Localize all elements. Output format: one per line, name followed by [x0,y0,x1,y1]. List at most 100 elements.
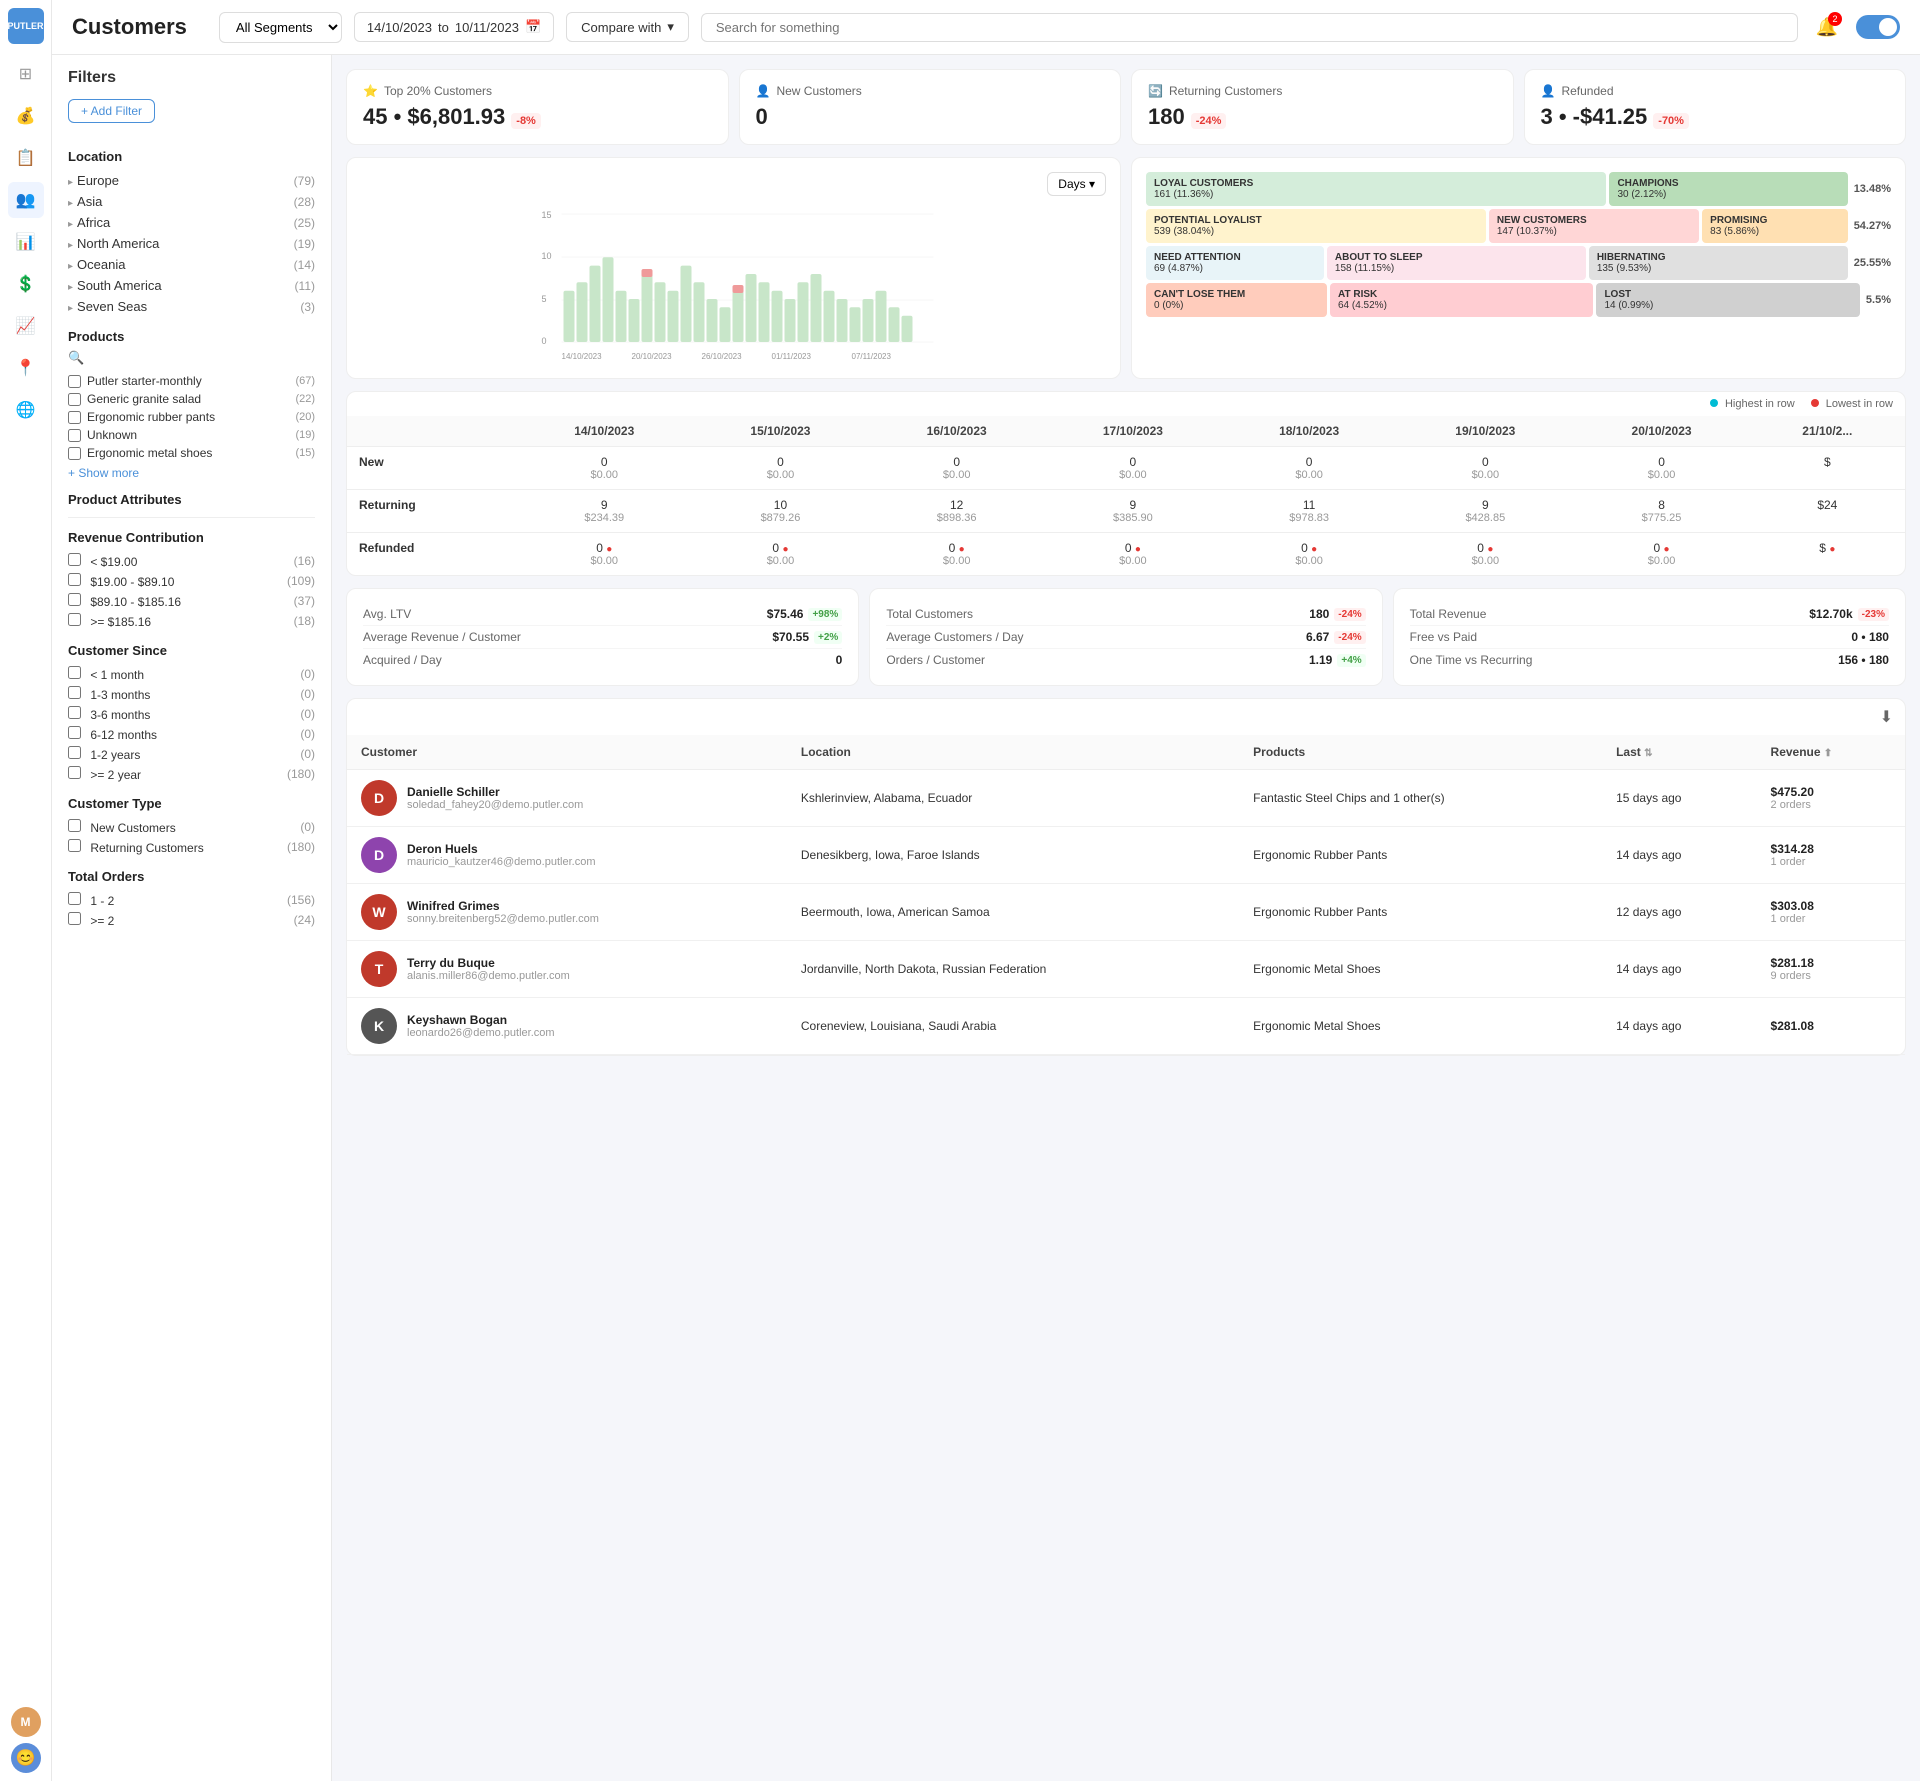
notification-bell[interactable]: 🔔 2 [1810,10,1844,44]
revenue-checkbox[interactable] [68,613,81,626]
sidebar-item-location[interactable]: 📍 [8,350,44,386]
cell-ref-3: 0 ●$0.00 [869,533,1045,576]
metric-free-paid: Free vs Paid 0 • 180 [1410,626,1889,649]
user-avatar-m[interactable]: M [11,1707,41,1737]
table-row[interactable]: K Keyshawn Bogan leonardo26@demo.putler.… [347,998,1905,1055]
avg-day-val: 6.67 [1306,630,1329,644]
product-checkbox[interactable] [68,411,81,424]
product-item[interactable]: Ergonomic metal shoes (15) [68,444,315,462]
product-item[interactable]: Generic granite salad (22) [68,390,315,408]
table-row[interactable]: T Terry du Buque alanis.miller86@demo.pu… [347,941,1905,998]
segment-select[interactable]: All Segments [219,12,342,43]
sidebar-item-globe[interactable]: 🌐 [8,392,44,428]
metric-orders-cust: Orders / Customer 1.19 +4% [886,649,1365,671]
type-item-new[interactable]: New Customers (0) [68,817,315,837]
product-item[interactable]: Ergonomic rubber pants (20) [68,408,315,426]
product-checkbox[interactable] [68,393,81,406]
since-checkbox[interactable] [68,766,81,779]
type-checkbox[interactable] [68,839,81,852]
since-checkbox[interactable] [68,746,81,759]
orders-checkbox[interactable] [68,892,81,905]
col-revenue[interactable]: Revenue ⬆ [1757,735,1905,770]
show-more-products[interactable]: + Show more [68,466,315,480]
sidebar-item-orders[interactable]: 📋 [8,140,44,176]
location-item-europe[interactable]: ▸Europe (79) [68,170,315,191]
orders-item[interactable]: 1 - 2 (156) [68,890,315,910]
metrics-row: Avg. LTV $75.46 +98% Average Revenue / C… [346,588,1906,686]
svg-text:26/10/2023: 26/10/2023 [702,352,743,361]
orders-checkbox[interactable] [68,912,81,925]
user-avatar-smiley[interactable]: 😊 [11,1743,41,1773]
sidebar-item-revenue[interactable]: 💰 [8,98,44,134]
product-checkbox[interactable] [68,375,81,388]
revenue-item[interactable]: $19.00 - $89.10 (109) [68,571,315,591]
add-filter-button[interactable]: + Add Filter [68,99,155,123]
cell-new-3: 0$0.00 [869,447,1045,490]
location-item-seven-seas[interactable]: ▸Seven Seas (3) [68,296,315,317]
revenue-checkbox[interactable] [68,593,81,606]
sidebar-item-customers[interactable]: 👥 [8,182,44,218]
revenue-checkbox[interactable] [68,553,81,566]
customer-email: sonny.breitenberg52@demo.putler.com [407,913,599,925]
revenue-item[interactable]: < $19.00 (16) [68,551,315,571]
location-item-oceania[interactable]: ▸Oceania (14) [68,254,315,275]
since-checkbox[interactable] [68,706,81,719]
calendar-icon: 📅 [525,19,541,35]
revenue-checkbox[interactable] [68,573,81,586]
product-item[interactable]: Putler starter-monthly (67) [68,372,315,390]
orders-item[interactable]: >= 2 (24) [68,910,315,930]
sidebar-item-reports[interactable]: 📊 [8,224,44,260]
rfm-promising[interactable]: PROMISING 83 (5.86%) [1702,209,1848,243]
rfm-loyal[interactable]: LOYAL CUSTOMERS 161 (11.36%) [1146,172,1606,206]
product-item[interactable]: Unknown (19) [68,426,315,444]
table-row[interactable]: D Deron Huels mauricio_kautzer46@demo.pu… [347,827,1905,884]
rfm-about-to-sleep[interactable]: ABOUT TO SLEEP 158 (11.15%) [1327,246,1586,280]
table-row[interactable]: D Danielle Schiller soledad_fahey20@demo… [347,770,1905,827]
rfm-cant-lose-them[interactable]: CAN'T LOSE THEM 0 (0%) [1146,283,1327,317]
since-item[interactable]: >= 2 year (180) [68,764,315,784]
sidebar-item-analytics[interactable]: 📈 [8,308,44,344]
cell-ret-1: 9$234.39 [516,490,692,533]
sidebar-item-dashboard[interactable]: ⊞ [8,56,44,92]
type-item-returning[interactable]: Returning Customers (180) [68,837,315,857]
since-checkbox[interactable] [68,666,81,679]
search-input[interactable] [701,13,1798,42]
rfm-at-risk[interactable]: AT RISK 64 (4.52%) [1330,283,1593,317]
rfm-champions[interactable]: CHAMPIONS 30 (2.12%) [1609,172,1847,206]
days-button[interactable]: Days ▾ [1047,172,1106,196]
since-checkbox[interactable] [68,686,81,699]
rfm-new-customers[interactable]: NEW CUSTOMERS 147 (10.37%) [1489,209,1699,243]
location-item-africa[interactable]: ▸Africa (25) [68,212,315,233]
since-item[interactable]: 3-6 months (0) [68,704,315,724]
since-item[interactable]: 1-2 years (0) [68,744,315,764]
since-checkbox[interactable] [68,726,81,739]
location-item-south-america[interactable]: ▸South America (11) [68,275,315,296]
col-last[interactable]: Last ⇅ [1602,735,1756,770]
product-checkbox[interactable] [68,429,81,442]
download-button[interactable]: ⬇ [1880,707,1893,727]
product-checkbox[interactable] [68,447,81,460]
avatar: D [361,780,397,816]
since-item[interactable]: < 1 month (0) [68,664,315,684]
rfm-hibernating[interactable]: HIBERNATING 135 (9.53%) [1589,246,1848,280]
rfm-lost[interactable]: LOST 14 (0.99%) [1596,283,1859,317]
date-col-6: 19/10/2023 [1397,416,1573,447]
rfm-potential-loyalist[interactable]: POTENTIAL LOYALIST 539 (38.04%) [1146,209,1486,243]
rfm-need-attention[interactable]: NEED ATTENTION 69 (4.87%) [1146,246,1324,280]
stat-card-label: Returning Customers [1169,84,1282,98]
table-row[interactable]: W Winifred Grimes sonny.breitenberg52@de… [347,884,1905,941]
since-item[interactable]: 6-12 months (0) [68,724,315,744]
revenue-item[interactable]: >= $185.16 (18) [68,611,315,631]
compare-button[interactable]: Compare with ▾ [566,12,689,42]
date-range[interactable]: 14/10/2023 to 10/11/2023 📅 [354,12,554,42]
type-checkbox[interactable] [68,819,81,832]
theme-toggle[interactable] [1856,15,1900,39]
location-item-asia[interactable]: ▸Asia (28) [68,191,315,212]
revenue-item[interactable]: $89.10 - $185.16 (37) [68,591,315,611]
svg-text:0: 0 [542,336,547,346]
since-item[interactable]: 1-3 months (0) [68,684,315,704]
rfm-champions-label: CHAMPIONS [1617,178,1839,189]
cell-ref-4: 0 ●$0.00 [1045,533,1221,576]
location-item-north-america[interactable]: ▸North America (19) [68,233,315,254]
sidebar-item-dollar[interactable]: 💲 [8,266,44,302]
